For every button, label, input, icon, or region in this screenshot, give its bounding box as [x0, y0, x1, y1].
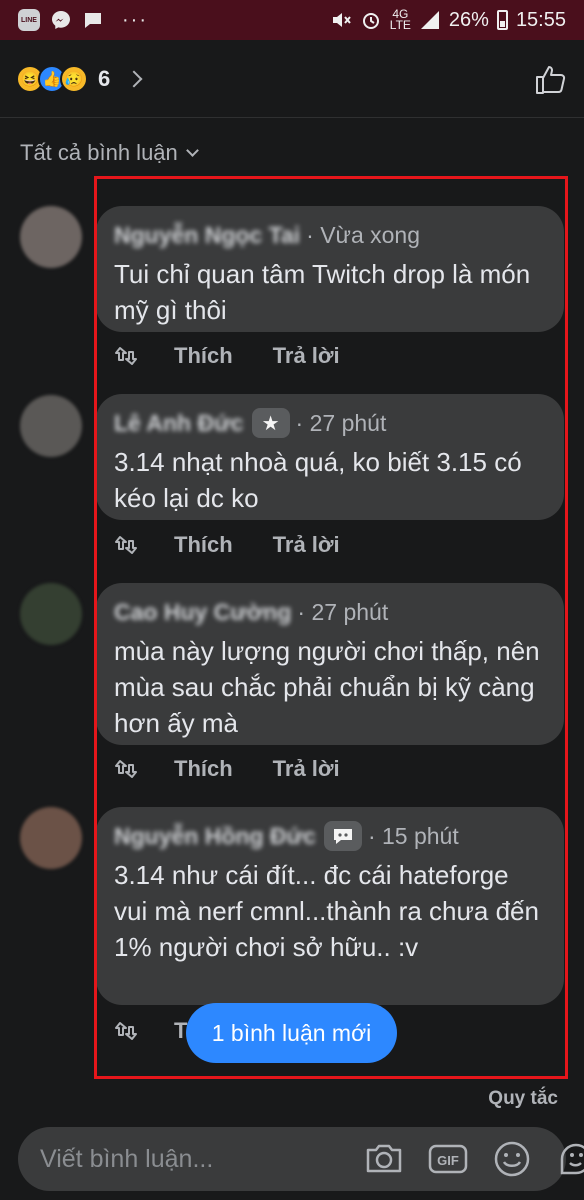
avatar[interactable]: [20, 206, 82, 268]
battery-icon: [496, 10, 508, 30]
clock: 15:55: [515, 8, 566, 31]
status-bar: LINE ··· 4G LTE 26% 15:55: [0, 0, 584, 40]
message-icon: [85, 13, 101, 28]
more-notifications-icon: ···: [122, 8, 148, 31]
avatar[interactable]: [20, 395, 82, 457]
comment-text: 3.14 như cái đít... đc cái hateforge vui…: [114, 860, 539, 962]
avatar[interactable]: [20, 583, 82, 645]
network-type: 4G LTE: [389, 7, 411, 32]
avatar[interactable]: [20, 807, 82, 869]
signal-icon: [420, 11, 439, 29]
comment-time: 27 phút: [309, 409, 387, 436]
comment-input[interactable]: [40, 1144, 362, 1174]
commenter-name[interactable]: Nguyễn Ngọc Tai: [114, 222, 300, 249]
alarm-icon: [362, 13, 379, 29]
reactions-bar[interactable]: 😆 👍 😥 6: [0, 40, 584, 118]
like-icon[interactable]: [534, 62, 568, 96]
svg-text:GIF: GIF: [437, 1153, 459, 1168]
reply-button[interactable]: Trả lời: [273, 343, 340, 369]
comment-time: 27 phút: [311, 598, 389, 625]
mute-icon: [332, 13, 351, 27]
like-button[interactable]: Thích: [174, 343, 233, 369]
comment-time: 15 phút: [382, 822, 459, 849]
chat-badge-icon: [323, 821, 362, 851]
filter-label: Tất cả bình luận: [20, 140, 178, 165]
commenter-name[interactable]: Lê Anh Đức: [114, 410, 244, 437]
reshare-icon[interactable]: [112, 531, 140, 559]
commenter-name[interactable]: Nguyễn Hồng Đức: [114, 823, 316, 850]
line-app-icon: LINE: [18, 9, 40, 31]
camera-icon[interactable]: [362, 1137, 406, 1181]
comment-bubble[interactable]: Lê Anh Đức ★ · 27 phút 3.14 nhạt nhoà qu…: [96, 394, 564, 520]
comment-bubble[interactable]: Nguyễn Hồng Đức · 15 phút 3.14 như cái đ…: [96, 807, 564, 1005]
reaction-count: 6: [98, 65, 111, 91]
comment-bubble[interactable]: Nguyễn Ngọc Tai · Vừa xong Tui chỉ quan …: [96, 206, 564, 332]
messenger-icon: [52, 11, 70, 29]
comment-time: Vừa xong: [320, 221, 421, 248]
new-comments-button[interactable]: 1 bình luận mới: [186, 1003, 397, 1063]
reshare-icon[interactable]: [112, 755, 140, 783]
like-button[interactable]: Thích: [174, 756, 233, 782]
comment-filter-dropdown[interactable]: Tất cả bình luận: [20, 140, 199, 166]
comment-bubble[interactable]: Cao Huy Cường · 27 phút mùa này lượng ng…: [96, 583, 564, 745]
sad-reaction-icon: 😥: [60, 64, 88, 93]
reply-button[interactable]: Trả lời: [273, 532, 340, 558]
reshare-icon[interactable]: [112, 342, 140, 370]
comment-text: Tui chỉ quan tâm Twitch drop là món mỹ g…: [114, 259, 531, 325]
emoji-icon[interactable]: [490, 1137, 534, 1181]
comment-composer[interactable]: GIF: [18, 1127, 584, 1191]
commenter-name[interactable]: Cao Huy Cường: [114, 599, 291, 626]
battery-percent: 26%: [448, 8, 489, 31]
star-badge-icon: ★: [251, 408, 290, 438]
comment-text: 3.14 nhạt nhoà quá, ko biết 3.15 có kéo …: [114, 447, 522, 513]
reply-button[interactable]: Trả lời: [273, 756, 340, 782]
chevron-down-icon: [185, 143, 199, 157]
comment-text: mùa này lượng người chơi thấp, nên mùa s…: [114, 636, 540, 738]
sticker-icon[interactable]: [554, 1137, 584, 1181]
chevron-right-icon[interactable]: [125, 70, 143, 87]
gif-icon[interactable]: GIF: [426, 1137, 470, 1181]
rules-link[interactable]: Quy tắc: [488, 1088, 558, 1110]
like-button[interactable]: Thích: [174, 532, 233, 558]
reshare-icon[interactable]: [112, 1017, 140, 1045]
